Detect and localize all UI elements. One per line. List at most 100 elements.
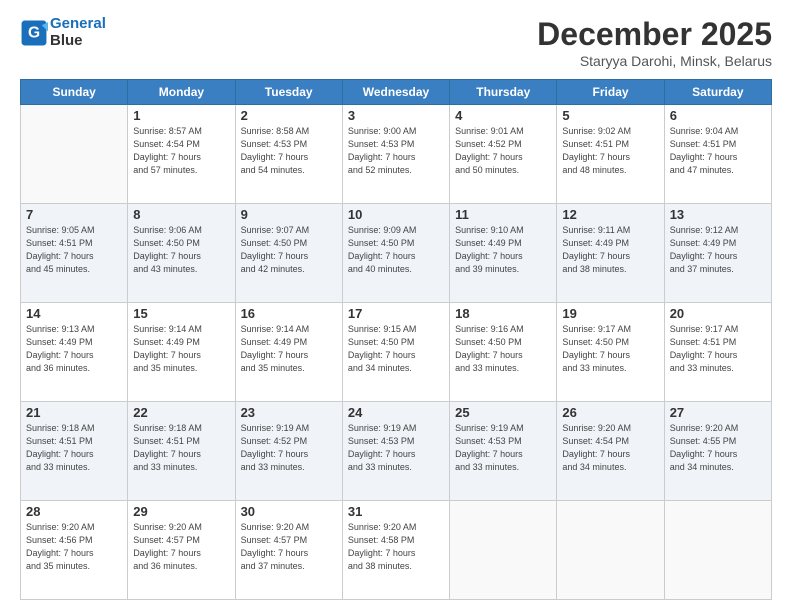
day-number: 1	[133, 108, 229, 123]
calendar-week-5: 28 Sunrise: 9:20 AMSunset: 4:56 PMDayligh…	[21, 501, 772, 600]
day-number: 22	[133, 405, 229, 420]
day-info: Sunrise: 9:13 AMSunset: 4:49 PMDaylight:…	[26, 323, 122, 375]
day-info: Sunrise: 9:06 AMSunset: 4:50 PMDaylight:…	[133, 224, 229, 276]
day-info: Sunrise: 9:17 AMSunset: 4:50 PMDaylight:…	[562, 323, 658, 375]
day-number: 30	[241, 504, 337, 519]
day-info: Sunrise: 9:00 AMSunset: 4:53 PMDaylight:…	[348, 125, 444, 177]
calendar-cell: 27Sunrise: 9:20 AMSunset: 4:55 PMDayligh…	[664, 402, 771, 501]
day-number: 5	[562, 108, 658, 123]
col-header-sunday: Sunday	[21, 80, 128, 105]
day-info: Sunrise: 9:12 AMSunset: 4:49 PMDaylight:…	[670, 224, 766, 276]
day-info: Sunrise: 9:20 AMSunset: 4:57 PMDaylight:…	[241, 521, 337, 573]
calendar-cell: 5 Sunrise: 9:02 AMSunset: 4:51 PMDaylight…	[557, 105, 664, 204]
col-header-tuesday: Tuesday	[235, 80, 342, 105]
subtitle: Staryya Darohi, Minsk, Belarus	[537, 53, 772, 69]
calendar-cell: 28 Sunrise: 9:20 AMSunset: 4:56 PMDayligh…	[21, 501, 128, 600]
day-info: Sunrise: 9:09 AMSunset: 4:50 PMDaylight:…	[348, 224, 444, 276]
col-header-thursday: Thursday	[450, 80, 557, 105]
calendar-cell	[21, 105, 128, 204]
calendar-cell: 11Sunrise: 9:10 AMSunset: 4:49 PMDayligh…	[450, 204, 557, 303]
day-number: 26	[562, 405, 658, 420]
calendar-cell: 30 Sunrise: 9:20 AMSunset: 4:57 PMDayligh…	[235, 501, 342, 600]
day-info: Sunrise: 9:07 AMSunset: 4:50 PMDaylight:…	[241, 224, 337, 276]
day-number: 9	[241, 207, 337, 222]
calendar-cell: 13 Sunrise: 9:12 AMSunset: 4:49 PMDayligh…	[664, 204, 771, 303]
day-number: 17	[348, 306, 444, 321]
day-info: Sunrise: 9:01 AMSunset: 4:52 PMDaylight:…	[455, 125, 551, 177]
day-info: Sunrise: 9:19 AMSunset: 4:53 PMDaylight:…	[348, 422, 444, 474]
day-info: Sunrise: 9:19 AMSunset: 4:52 PMDaylight:…	[241, 422, 337, 474]
day-number: 28	[26, 504, 122, 519]
calendar-cell	[664, 501, 771, 600]
day-info: Sunrise: 9:16 AMSunset: 4:50 PMDaylight:…	[455, 323, 551, 375]
calendar-cell: 22 Sunrise: 9:18 AMSunset: 4:51 PMDayligh…	[128, 402, 235, 501]
day-number: 7	[26, 207, 122, 222]
day-number: 4	[455, 108, 551, 123]
day-number: 24	[348, 405, 444, 420]
day-number: 14	[26, 306, 122, 321]
logo: G General Blue	[20, 16, 106, 49]
day-number: 19	[562, 306, 658, 321]
day-number: 31	[348, 504, 444, 519]
header: G General Blue December 2025 Staryya Dar…	[20, 16, 772, 69]
calendar-cell: 4 Sunrise: 9:01 AMSunset: 4:52 PMDaylight…	[450, 105, 557, 204]
day-number: 18	[455, 306, 551, 321]
day-number: 2	[241, 108, 337, 123]
calendar-week-3: 14 Sunrise: 9:13 AMSunset: 4:49 PMDayligh…	[21, 303, 772, 402]
day-info: Sunrise: 9:05 AMSunset: 4:51 PMDaylight:…	[26, 224, 122, 276]
calendar-header-row: SundayMondayTuesdayWednesdayThursdayFrid…	[21, 80, 772, 105]
day-info: Sunrise: 9:04 AMSunset: 4:51 PMDaylight:…	[670, 125, 766, 177]
day-number: 3	[348, 108, 444, 123]
day-info: Sunrise: 9:14 AMSunset: 4:49 PMDaylight:…	[241, 323, 337, 375]
calendar-cell: 10 Sunrise: 9:09 AMSunset: 4:50 PMDayligh…	[342, 204, 449, 303]
day-info: Sunrise: 9:02 AMSunset: 4:51 PMDaylight:…	[562, 125, 658, 177]
calendar-week-4: 21 Sunrise: 9:18 AMSunset: 4:51 PMDayligh…	[21, 402, 772, 501]
calendar-cell: 1 Sunrise: 8:57 AMSunset: 4:54 PMDaylight…	[128, 105, 235, 204]
page: G General Blue December 2025 Staryya Dar…	[0, 0, 792, 612]
day-info: Sunrise: 9:17 AMSunset: 4:51 PMDaylight:…	[670, 323, 766, 375]
calendar-cell: 29Sunrise: 9:20 AMSunset: 4:57 PMDayligh…	[128, 501, 235, 600]
day-number: 11	[455, 207, 551, 222]
day-number: 13	[670, 207, 766, 222]
calendar-cell: 21Sunrise: 9:18 AMSunset: 4:51 PMDayligh…	[21, 402, 128, 501]
day-info: Sunrise: 9:20 AMSunset: 4:56 PMDaylight:…	[26, 521, 122, 573]
day-number: 16	[241, 306, 337, 321]
col-header-monday: Monday	[128, 80, 235, 105]
calendar-cell: 20Sunrise: 9:17 AMSunset: 4:51 PMDayligh…	[664, 303, 771, 402]
day-info: Sunrise: 9:20 AMSunset: 4:58 PMDaylight:…	[348, 521, 444, 573]
calendar-cell: 18 Sunrise: 9:16 AMSunset: 4:50 PMDayligh…	[450, 303, 557, 402]
calendar-cell: 7 Sunrise: 9:05 AMSunset: 4:51 PMDaylight…	[21, 204, 128, 303]
day-info: Sunrise: 9:11 AMSunset: 4:49 PMDaylight:…	[562, 224, 658, 276]
calendar-cell: 15Sunrise: 9:14 AMSunset: 4:49 PMDayligh…	[128, 303, 235, 402]
day-info: Sunrise: 9:14 AMSunset: 4:49 PMDaylight:…	[133, 323, 229, 375]
day-number: 23	[241, 405, 337, 420]
day-info: Sunrise: 9:18 AMSunset: 4:51 PMDaylight:…	[133, 422, 229, 474]
day-info: Sunrise: 9:20 AMSunset: 4:57 PMDaylight:…	[133, 521, 229, 573]
calendar-cell: 6 Sunrise: 9:04 AMSunset: 4:51 PMDaylight…	[664, 105, 771, 204]
calendar-week-2: 7 Sunrise: 9:05 AMSunset: 4:51 PMDaylight…	[21, 204, 772, 303]
svg-text:G: G	[28, 24, 40, 41]
day-number: 21	[26, 405, 122, 420]
calendar-cell: 25 Sunrise: 9:19 AMSunset: 4:53 PMDayligh…	[450, 402, 557, 501]
col-header-saturday: Saturday	[664, 80, 771, 105]
calendar-cell: 14 Sunrise: 9:13 AMSunset: 4:49 PMDayligh…	[21, 303, 128, 402]
calendar-week-1: 1 Sunrise: 8:57 AMSunset: 4:54 PMDaylight…	[21, 105, 772, 204]
day-number: 27	[670, 405, 766, 420]
month-title: December 2025	[537, 16, 772, 53]
logo-icon: G	[20, 19, 48, 47]
day-info: Sunrise: 9:19 AMSunset: 4:53 PMDaylight:…	[455, 422, 551, 474]
col-header-wednesday: Wednesday	[342, 80, 449, 105]
calendar-cell: 26 Sunrise: 9:20 AMSunset: 4:54 PMDayligh…	[557, 402, 664, 501]
day-number: 10	[348, 207, 444, 222]
calendar-cell: 3 Sunrise: 9:00 AMSunset: 4:53 PMDaylight…	[342, 105, 449, 204]
calendar-cell: 8Sunrise: 9:06 AMSunset: 4:50 PMDaylight…	[128, 204, 235, 303]
calendar-cell: 16 Sunrise: 9:14 AMSunset: 4:49 PMDayligh…	[235, 303, 342, 402]
title-block: December 2025 Staryya Darohi, Minsk, Bel…	[537, 16, 772, 69]
day-number: 12	[562, 207, 658, 222]
day-number: 25	[455, 405, 551, 420]
calendar-cell: 24 Sunrise: 9:19 AMSunset: 4:53 PMDayligh…	[342, 402, 449, 501]
day-info: Sunrise: 9:20 AMSunset: 4:54 PMDaylight:…	[562, 422, 658, 474]
calendar-cell: 9 Sunrise: 9:07 AMSunset: 4:50 PMDaylight…	[235, 204, 342, 303]
day-info: Sunrise: 8:57 AMSunset: 4:54 PMDaylight:…	[133, 125, 229, 177]
day-number: 6	[670, 108, 766, 123]
